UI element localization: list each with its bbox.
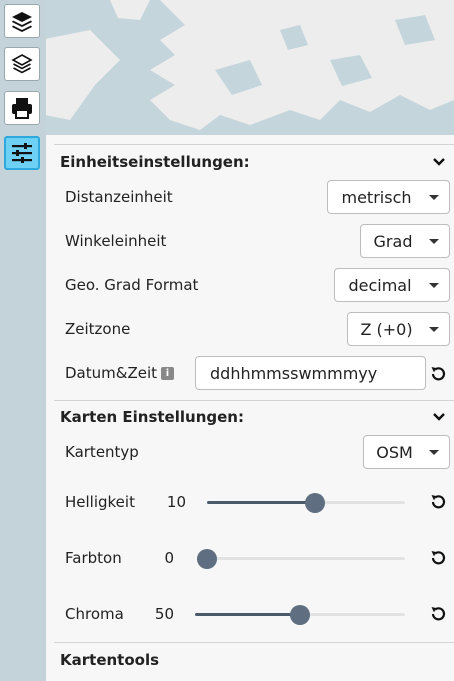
caret-down-icon: [429, 283, 439, 288]
reset-icon[interactable]: [429, 605, 447, 623]
geo-format-value: decimal: [348, 275, 412, 295]
layers-outline-button[interactable]: [4, 47, 40, 81]
map-settings-header[interactable]: Karten Einstellungen:: [46, 402, 454, 432]
datetime-label: Datum&Zeit i: [65, 364, 174, 382]
angle-unit-value: Grad: [373, 231, 413, 251]
angle-unit-label: Winkeleinheit: [65, 232, 167, 250]
hue-label: Farbton: [65, 549, 122, 567]
brightness-label: Helligkeit: [65, 493, 135, 511]
chroma-slider[interactable]: [195, 605, 405, 625]
slider-track: [197, 557, 405, 560]
timezone-select[interactable]: Z (+0): [347, 312, 450, 346]
map-tools-header[interactable]: Kartentools: [46, 645, 454, 675]
reset-icon[interactable]: [429, 493, 447, 511]
divider: [54, 400, 454, 401]
brightness-value: 10: [166, 493, 186, 511]
map-tools-title: Kartentools: [60, 651, 160, 669]
settings-sliders-button[interactable]: [4, 136, 40, 170]
caret-down-icon: [429, 327, 439, 332]
chevron-down-icon: [433, 413, 445, 421]
map-type-select[interactable]: OSM: [363, 435, 450, 469]
slider-fill: [207, 501, 315, 504]
map-settings-title: Karten Einstellungen:: [60, 408, 244, 426]
chevron-down-icon: [433, 158, 445, 166]
geo-format-select[interactable]: decimal: [334, 268, 450, 302]
timezone-label: Zeitzone: [65, 320, 131, 338]
reset-icon[interactable]: [429, 549, 447, 567]
brightness-slider[interactable]: [207, 493, 405, 513]
unit-settings-header[interactable]: Einheitseinstellungen:: [46, 147, 454, 177]
sliders-icon: [12, 143, 32, 163]
caret-down-icon: [429, 195, 439, 200]
map-toolbar: [0, 0, 46, 681]
geo-format-label: Geo. Grad Format: [65, 276, 199, 294]
caret-down-icon: [429, 239, 439, 244]
slider-thumb[interactable]: [197, 549, 217, 569]
distance-unit-value: metrisch: [341, 187, 412, 207]
info-icon[interactable]: i: [161, 367, 174, 380]
unit-settings-title: Einheitseinstellungen:: [60, 153, 250, 171]
slider-thumb[interactable]: [290, 605, 310, 625]
layers-button[interactable]: [4, 4, 40, 38]
timezone-value: Z (+0): [360, 319, 413, 339]
distance-unit-label: Distanzeinheit: [65, 188, 173, 206]
datetime-label-text: Datum&Zeit: [65, 364, 157, 382]
hue-value: 0: [164, 549, 174, 567]
slider-thumb[interactable]: [304, 493, 325, 513]
layers-outline-icon: [11, 54, 33, 74]
divider: [54, 144, 454, 145]
map-type-value: OSM: [376, 442, 413, 462]
print-icon: [12, 98, 32, 119]
chroma-label: Chroma: [65, 605, 124, 623]
caret-down-icon: [429, 450, 439, 455]
reset-icon[interactable]: [429, 365, 447, 383]
map-type-label: Kartentyp: [65, 443, 139, 461]
datetime-format-input[interactable]: [195, 356, 426, 390]
chroma-value: 50: [154, 605, 174, 623]
distance-unit-select[interactable]: metrisch: [327, 180, 450, 214]
hue-slider[interactable]: [197, 549, 405, 569]
slider-fill: [195, 613, 300, 616]
print-button[interactable]: [4, 91, 40, 125]
layers-icon: [12, 12, 32, 32]
divider: [54, 642, 454, 643]
settings-panel: Einheitseinstellungen: Distanzeinheit me…: [46, 135, 454, 681]
angle-unit-select[interactable]: Grad: [360, 224, 450, 258]
